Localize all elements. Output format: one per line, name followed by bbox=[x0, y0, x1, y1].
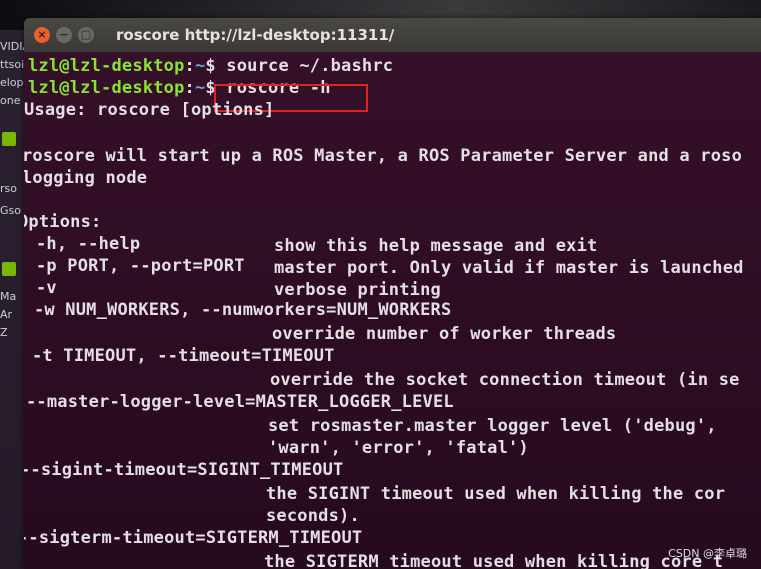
option-flag: -p PORT, --port=PORT bbox=[36, 256, 245, 276]
maximize-button[interactable]: □ bbox=[78, 27, 94, 43]
option-flag: --master-logger-level=MASTER_LOGGER_LEVE… bbox=[26, 392, 454, 412]
option-flag: -w NUM_WORKERS, --numworkers=NUM_WORKERS bbox=[34, 300, 452, 320]
option-flag: --sigint-timeout=SIGINT_TIMEOUT bbox=[24, 460, 344, 480]
nvidia-icon[interactable] bbox=[2, 132, 16, 146]
prompt-path: ~ bbox=[194, 56, 206, 76]
option-description: override number of worker threads bbox=[272, 324, 617, 344]
launcher-item[interactable]: ttsoi bbox=[0, 56, 24, 74]
prompt-user: lzl@lzl-desktop bbox=[28, 56, 185, 76]
window-titlebar[interactable]: × − □ roscore http://lzl-desktop:11311/ bbox=[24, 18, 761, 52]
option-description: verbose printing bbox=[274, 280, 441, 300]
options-header: Options: bbox=[24, 212, 102, 232]
nvidia-icon[interactable] bbox=[2, 262, 16, 276]
window-title: roscore http://lzl-desktop:11311/ bbox=[116, 26, 395, 44]
minimize-button[interactable]: − bbox=[56, 27, 72, 43]
option-description: 'warn', 'error', 'fatal') bbox=[268, 438, 529, 458]
launcher-item[interactable]: Gso bbox=[0, 202, 24, 220]
option-description: override the socket connection timeout (… bbox=[270, 370, 740, 390]
terminal-output[interactable]: lzl@lzl-desktop:~$ source ~/.bashrc lzl@… bbox=[24, 52, 761, 569]
option-description: the SIGINT timeout used when killing the… bbox=[266, 484, 726, 504]
option-flag: -h, --help bbox=[36, 234, 141, 254]
launcher-item[interactable]: rso bbox=[0, 180, 24, 198]
launcher-item[interactable]: Ma bbox=[0, 288, 24, 306]
launcher-sidebar: VIDIA ttsoi elop one rso Gso Ma Ar Z bbox=[0, 30, 24, 569]
prompt-line: lzl@lzl-desktop:~$ source ~/.bashrc bbox=[28, 56, 393, 76]
launcher-item[interactable]: elop bbox=[0, 74, 24, 92]
description-line: logging node bbox=[24, 168, 148, 188]
option-flag: -t TIMEOUT, --timeout=TIMEOUT bbox=[32, 346, 335, 366]
option-description: seconds). bbox=[266, 506, 360, 526]
prompt-separator: : bbox=[184, 56, 195, 76]
launcher-item[interactable]: one bbox=[0, 92, 24, 110]
launcher-item[interactable]: Ar bbox=[0, 306, 24, 324]
terminal-window: × − □ roscore http://lzl-desktop:11311/ … bbox=[24, 18, 761, 569]
usage-line: Usage: roscore [options] bbox=[24, 100, 275, 120]
option-description: set rosmaster.master logger level ('debu… bbox=[268, 416, 717, 436]
prompt-path: ~ bbox=[194, 78, 206, 98]
option-description: master port. Only valid if master is lau… bbox=[274, 258, 744, 278]
option-flag: -v bbox=[36, 278, 57, 298]
description-line: roscore will start up a ROS Master, a RO… bbox=[24, 146, 743, 166]
option-description: show this help message and exit bbox=[274, 236, 598, 256]
option-flag: --sigterm-timeout=SIGTERM_TIMEOUT bbox=[24, 528, 363, 548]
option-description: the SIGTERM timeout used when killing co… bbox=[264, 552, 724, 569]
close-button[interactable]: × bbox=[34, 27, 50, 43]
command-text: $ source ~/.bashrc bbox=[205, 56, 394, 76]
watermark: CSDN @李卓璐 bbox=[668, 547, 747, 560]
launcher-item[interactable]: VIDIA bbox=[0, 38, 24, 56]
launcher-item[interactable]: Z bbox=[0, 324, 24, 342]
prompt-user: lzl@lzl-desktop bbox=[28, 78, 185, 98]
prompt-separator: : bbox=[184, 78, 195, 98]
